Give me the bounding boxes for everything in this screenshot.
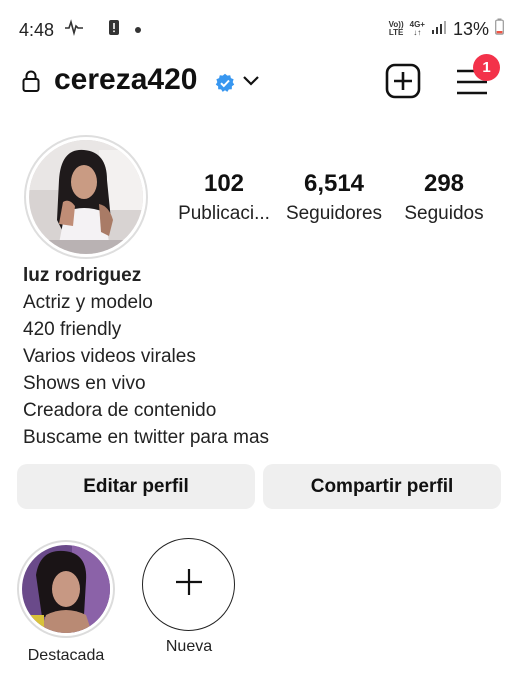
profile-bio: luz rodriguez Actriz y modelo 420 friend… xyxy=(23,262,269,451)
highlight-destacada[interactable] xyxy=(17,540,115,638)
battery-text: 13% xyxy=(452,18,489,39)
bio-line: Creadora de contenido xyxy=(23,400,217,421)
dot-icon xyxy=(134,21,142,39)
status-time: 4:48 xyxy=(19,20,55,40)
stat-following-count: 298 xyxy=(423,170,465,197)
volte-indicator: Vo)) LTE xyxy=(388,20,404,37)
avatar-image xyxy=(29,140,143,254)
stat-following[interactable]: 298 Seguidos xyxy=(392,170,496,225)
battery-icon xyxy=(495,18,504,40)
stat-posts[interactable]: 102 Publicaci... xyxy=(172,170,276,225)
username[interactable]: cereza420 xyxy=(54,63,197,97)
plus-icon xyxy=(174,567,204,602)
stat-following-label: Seguidos xyxy=(404,203,484,224)
profile-avatar[interactable] xyxy=(24,135,148,259)
chevron-down-icon[interactable] xyxy=(242,74,260,93)
stat-followers[interactable]: 6,514 Seguidores xyxy=(282,170,386,225)
share-profile-button[interactable]: Compartir perfil xyxy=(263,464,501,509)
notification-badge: 1 xyxy=(473,54,500,81)
signal-icon xyxy=(431,19,447,40)
verified-badge-icon xyxy=(215,73,235,98)
profile-name: luz rodriguez xyxy=(23,265,142,286)
bio-line: Shows en vivo xyxy=(23,373,146,394)
bio-line: 420 friendly xyxy=(23,319,122,340)
create-post-icon[interactable] xyxy=(385,63,421,104)
bio-line: Actriz y modelo xyxy=(23,292,153,313)
network-indicator: 4G+ ↓↑ xyxy=(409,20,425,37)
stat-posts-count: 102 xyxy=(203,170,245,197)
edit-profile-button[interactable]: Editar perfil xyxy=(17,464,255,509)
stat-posts-label: Publicaci... xyxy=(178,203,270,224)
new-highlight-button[interactable] xyxy=(142,538,235,631)
stat-followers-label: Seguidores xyxy=(285,203,383,224)
stat-followers-count: 6,514 xyxy=(303,170,365,197)
bio-line: Buscame en twitter para mas xyxy=(23,427,270,448)
bio-line: Varios videos virales xyxy=(23,346,196,367)
activity-icon xyxy=(64,18,84,41)
status-right: Vo)) LTE 4G+ ↓↑ 13% xyxy=(389,18,504,40)
highlight-image xyxy=(22,545,110,633)
lock-icon xyxy=(22,69,40,98)
new-highlight-label: Nueva xyxy=(165,638,213,655)
status-icons-left xyxy=(64,18,142,41)
alert-icon xyxy=(108,19,120,41)
highlight-destacada-label: Destacada xyxy=(27,647,105,664)
